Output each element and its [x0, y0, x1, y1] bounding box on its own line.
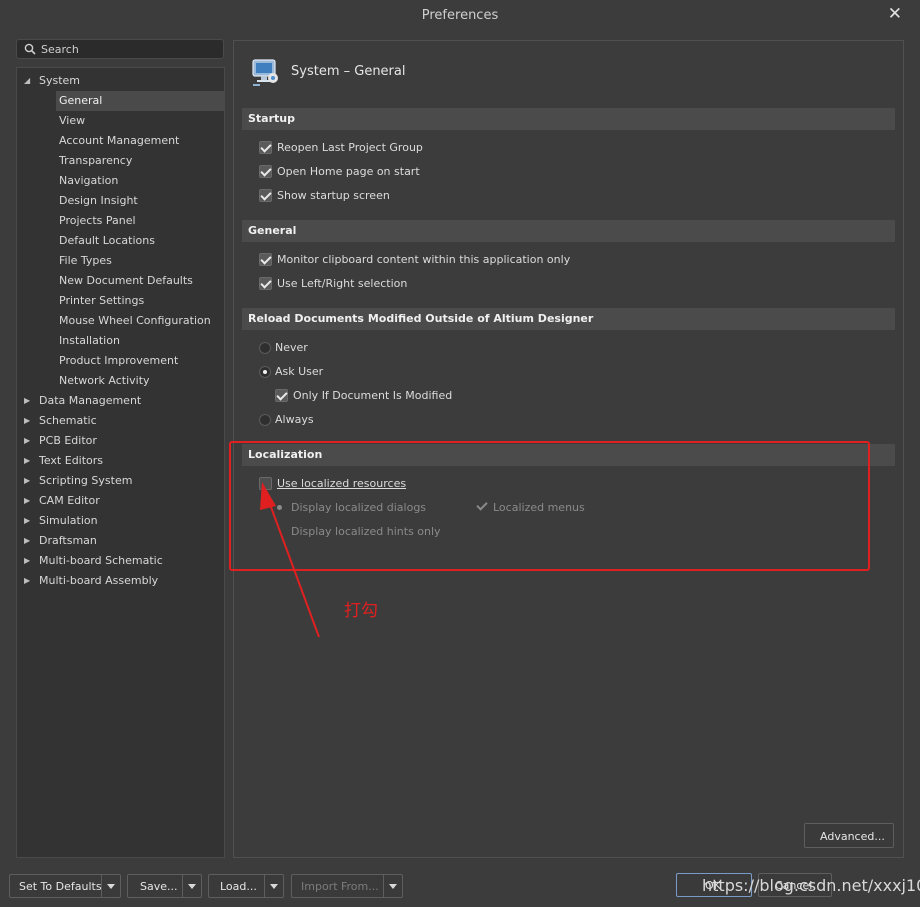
tree-item-new-document-defaults[interactable]: New Document Defaults [56, 271, 224, 291]
startup-header-label: Startup [248, 112, 295, 125]
close-icon[interactable]: ✕ [888, 4, 902, 24]
tree-node-label: Simulation [39, 514, 98, 527]
tree-item-default-locations[interactable]: Default Locations [56, 231, 224, 251]
checkbox-label: Open Home page on start [277, 165, 420, 178]
tree-node-label: Multi-board Schematic [39, 554, 163, 567]
tree-node-text-editors[interactable]: ▶ Text Editors [21, 451, 103, 471]
tree-node-label: System [39, 74, 81, 87]
set-to-defaults-label: Set To Defaults [19, 880, 102, 893]
load-label: Load... [220, 880, 257, 893]
checkbox-checked-icon [275, 389, 288, 402]
search-icon [24, 43, 36, 55]
tree-node-scripting-system[interactable]: ▶ Scripting System [21, 471, 132, 491]
collapsed-arrow-icon[interactable]: ▶ [24, 391, 30, 411]
window-title: Preferences [421, 8, 499, 23]
checkbox-checked-icon [259, 165, 272, 178]
startup-section-header: Startup [242, 108, 895, 130]
tree-item-file-types[interactable]: File Types [56, 251, 224, 271]
watermark-text: https://blog.csdn.net/xxxj1017 [702, 876, 920, 895]
checkbox-label: Reopen Last Project Group [277, 141, 423, 154]
reload-header-label: Reload Documents Modified Outside of Alt… [248, 312, 594, 325]
tree-node-label: Data Management [39, 394, 142, 407]
save-label: Save... [140, 880, 178, 893]
tree-node-label: Text Editors [39, 454, 104, 467]
collapsed-arrow-icon[interactable]: ▶ [24, 531, 30, 551]
search-placeholder: Search [41, 43, 79, 56]
tree-item-product-improvement[interactable]: Product Improvement [56, 351, 224, 371]
tree-item-projects-panel[interactable]: Projects Panel [56, 211, 224, 231]
page-title: System – General [291, 64, 406, 79]
radio-label: Never [275, 341, 308, 354]
radio-label: Ask User [275, 365, 324, 378]
tree-item-network-activity[interactable]: Network Activity [56, 371, 224, 391]
checkbox-checked-icon [259, 277, 272, 290]
tree-item-navigation[interactable]: Navigation [56, 171, 224, 191]
tree-node-pcb-editor[interactable]: ▶ PCB Editor [21, 431, 97, 451]
tree-node-draftsman[interactable]: ▶ Draftsman [21, 531, 97, 551]
tree-item-printer-settings[interactable]: Printer Settings [56, 291, 224, 311]
tree-node-system[interactable]: ◢ System [21, 71, 80, 91]
checkbox-label: Only If Document Is Modified [293, 389, 453, 402]
collapsed-arrow-icon[interactable]: ▶ [24, 491, 30, 511]
advanced-button-label: Advanced... [820, 830, 885, 843]
tree-node-cam-editor[interactable]: ▶ CAM Editor [21, 491, 100, 511]
import-from-label: Import From... [301, 880, 379, 893]
preferences-tree: ◢ System General View Account Management Tran… [16, 67, 225, 858]
import-from-button[interactable]: Import From... [291, 874, 403, 898]
tree-node-data-management[interactable]: ▶ Data Management [21, 391, 141, 411]
tree-node-label: CAM Editor [39, 494, 100, 507]
tree-node-schematic[interactable]: ▶ Schematic [21, 411, 97, 431]
annotation-text: 打勾 [344, 601, 378, 621]
tree-node-label: Draftsman [39, 534, 97, 547]
search-input[interactable]: Search [16, 39, 224, 59]
tree-item-general[interactable]: General [56, 91, 224, 111]
general-header-label: General [248, 224, 297, 237]
tree-node-simulation[interactable]: ▶ Simulation [21, 511, 98, 531]
radio-label: Always [275, 413, 314, 426]
tree-item-installation[interactable]: Installation [56, 331, 224, 351]
tree-node-multi-board-schematic[interactable]: ▶ Multi-board Schematic [21, 551, 163, 571]
chevron-down-icon[interactable] [264, 875, 283, 897]
system-general-icon [252, 59, 278, 86]
checkbox-label: Monitor clipboard content within this ap… [277, 253, 571, 266]
tree-node-multi-board-assembly[interactable]: ▶ Multi-board Assembly [21, 571, 158, 591]
collapsed-arrow-icon[interactable]: ▶ [24, 431, 30, 451]
collapsed-arrow-icon[interactable]: ▶ [24, 511, 30, 531]
radio-off-icon [259, 342, 271, 354]
chevron-down-icon[interactable] [383, 875, 402, 897]
tree-item-design-insight[interactable]: Design Insight [56, 191, 224, 211]
tree-node-label: Schematic [39, 414, 97, 427]
annotation-highlight-box [229, 441, 870, 571]
collapsed-arrow-icon[interactable]: ▶ [24, 571, 30, 591]
save-button[interactable]: Save... [127, 874, 202, 898]
chevron-down-icon[interactable] [101, 875, 120, 897]
radio-off-icon [259, 414, 271, 426]
checkbox-checked-icon [259, 141, 272, 154]
advanced-button[interactable]: Advanced... [804, 823, 894, 848]
tree-node-label: Scripting System [39, 474, 133, 487]
title-bar: Preferences ✕ [0, 0, 920, 32]
checkbox-label: Show startup screen [277, 189, 390, 202]
tree-item-transparency[interactable]: Transparency [56, 151, 224, 171]
tree-item-account-management[interactable]: Account Management [56, 131, 224, 151]
collapsed-arrow-icon[interactable]: ▶ [24, 471, 30, 491]
reload-section-header: Reload Documents Modified Outside of Alt… [242, 308, 895, 330]
checkbox-label: Use Left/Right selection [277, 277, 408, 290]
load-button[interactable]: Load... [208, 874, 284, 898]
collapsed-arrow-icon[interactable]: ▶ [24, 551, 30, 571]
tree-item-view[interactable]: View [56, 111, 224, 131]
collapsed-arrow-icon[interactable]: ▶ [24, 451, 30, 471]
general-section-header: General [242, 220, 895, 242]
tree-node-label: PCB Editor [39, 434, 97, 447]
checkbox-checked-icon [259, 253, 272, 266]
set-to-defaults-button[interactable]: Set To Defaults [9, 874, 121, 898]
checkbox-checked-icon [259, 189, 272, 202]
tree-item-mouse-wheel-configuration[interactable]: Mouse Wheel Configuration [56, 311, 224, 331]
collapsed-arrow-icon[interactable]: ▶ [24, 411, 30, 431]
chevron-down-icon[interactable] [182, 875, 201, 897]
tree-node-label: Multi-board Assembly [39, 574, 159, 587]
radio-on-icon [259, 366, 271, 378]
expanded-arrow-icon[interactable]: ◢ [24, 71, 30, 91]
